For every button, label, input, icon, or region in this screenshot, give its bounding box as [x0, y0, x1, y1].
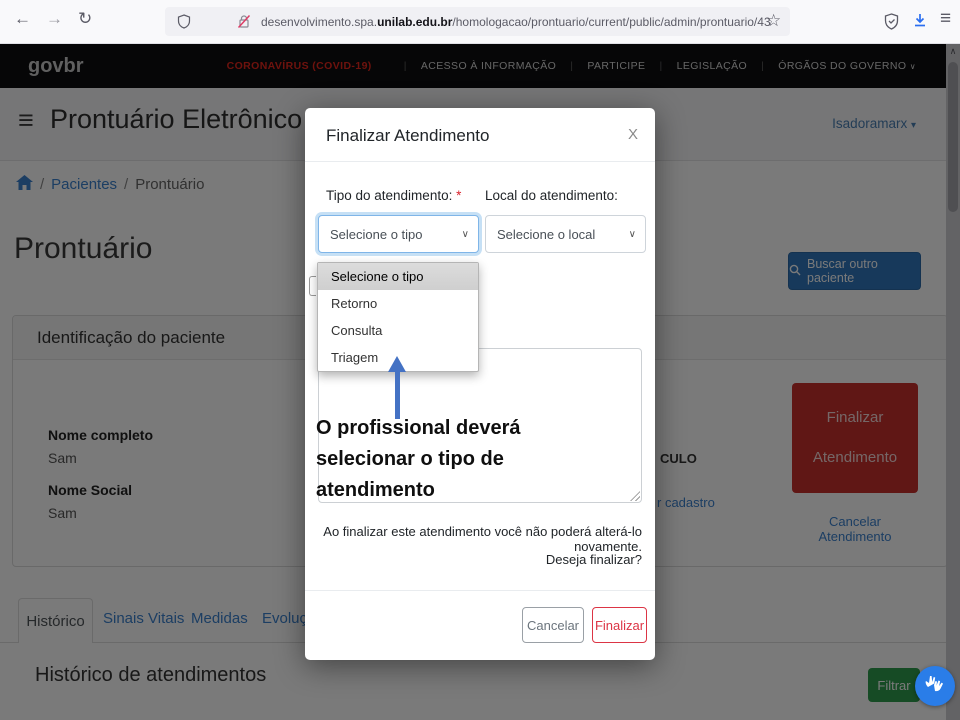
annotation-arrow-shaft	[395, 371, 400, 419]
url-bar[interactable]: desenvolvimento.spa.unilab.edu.br/homolo…	[165, 7, 790, 36]
option-retorno[interactable]: Retorno	[318, 290, 478, 317]
annotation-text: O profissional deverá selecionar o tipo …	[316, 413, 548, 506]
modal-footer-divider	[305, 590, 655, 591]
chevron-down-icon: ∨	[462, 229, 469, 240]
local-atendimento-select[interactable]: Selecione o local ∨	[485, 215, 646, 253]
forward-icon[interactable]: →	[46, 9, 63, 29]
checkbox-fragment	[309, 276, 316, 296]
option-selecione-o-tipo[interactable]: Selecione o tipo	[318, 263, 478, 290]
reload-icon[interactable]: ↻	[78, 9, 92, 29]
warning-text-line1: Ao finalizar este atendimento você não p…	[312, 524, 642, 554]
warning-text-line2: Deseja finalizar?	[312, 552, 642, 567]
required-asterisk: *	[456, 188, 461, 203]
bookmark-star-icon[interactable]: ☆	[766, 11, 781, 31]
insecure-lock-icon[interactable]	[237, 14, 251, 29]
browser-menu-icon[interactable]: ≡	[940, 8, 951, 30]
modal-finalizar-button[interactable]: Finalizar	[592, 607, 647, 643]
close-icon[interactable]: X	[628, 126, 638, 143]
modal-title: Finalizar Atendimento	[326, 126, 489, 146]
tipo-atendimento-label: Tipo do atendimento: *	[326, 188, 461, 203]
url-text: desenvolvimento.spa.unilab.edu.br/homolo…	[261, 15, 771, 29]
shield-check-icon[interactable]	[884, 13, 899, 30]
finalizar-atendimento-dialog: Finalizar Atendimento X Tipo do atendime…	[305, 108, 655, 660]
tipo-atendimento-select[interactable]: Selecione o tipo ∨	[318, 215, 479, 253]
modal-cancelar-button[interactable]: Cancelar	[522, 607, 584, 643]
back-icon[interactable]: ←	[14, 9, 31, 29]
modal-header: Finalizar Atendimento X	[305, 108, 655, 162]
browser-chrome: ← → ↻ desenvolvimento.spa.unilab.edu.br/…	[0, 0, 960, 44]
chevron-down-icon: ∨	[629, 229, 636, 240]
vlibras-accessibility-button[interactable]	[915, 666, 955, 706]
resize-grip[interactable]	[630, 491, 640, 501]
annotation-arrow-icon	[388, 356, 406, 372]
option-consulta[interactable]: Consulta	[318, 317, 478, 344]
tracking-shield-icon[interactable]	[177, 14, 191, 29]
local-atendimento-label: Local do atendimento:	[485, 188, 618, 203]
download-icon[interactable]	[912, 12, 928, 30]
hands-icon	[922, 671, 948, 702]
screen: ← → ↻ desenvolvimento.spa.unilab.edu.br/…	[0, 0, 960, 720]
